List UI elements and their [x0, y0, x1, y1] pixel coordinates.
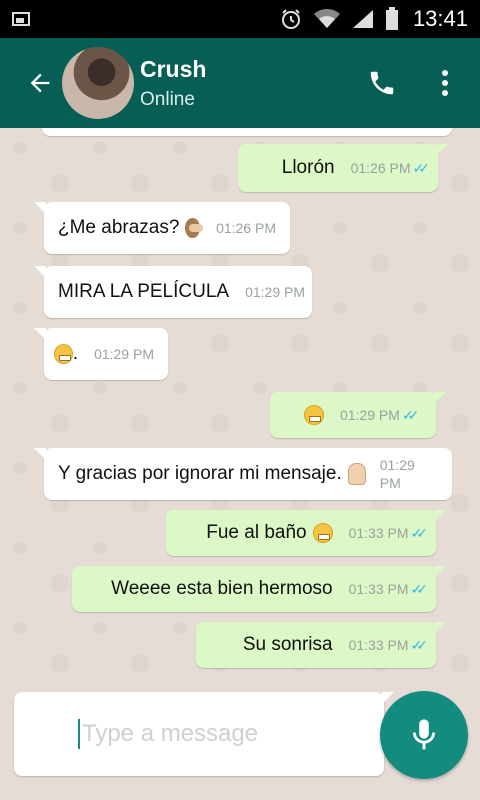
message-list[interactable]: Llorón 01:26 PM ✓✓ ¿Me abrazas? 01:26 PM…	[0, 128, 480, 684]
voice-call-button[interactable]	[358, 59, 406, 107]
message-text: Fue al baño	[206, 522, 307, 543]
microphone-icon	[412, 719, 436, 750]
grimacing-face-icon	[312, 523, 333, 543]
text-cursor	[78, 719, 80, 749]
grimacing-face-icon	[54, 344, 73, 364]
ok-hand-icon	[347, 463, 366, 485]
message-time: 01:33 PM	[348, 525, 409, 541]
phone-icon	[370, 71, 394, 95]
message-text: Y gracias por ignorar mi mensaje.	[58, 463, 342, 484]
status-bar: 13:41	[0, 0, 480, 38]
double-check-icon: ✓✓	[401, 406, 420, 423]
alarm-icon	[281, 9, 300, 29]
outgoing-message[interactable]: Su sonrisa 01:33 PM ✓✓	[196, 622, 446, 668]
outgoing-message[interactable]: 01:29 PM ✓✓	[270, 392, 446, 438]
double-check-icon: ✓✓	[410, 636, 429, 653]
message-input[interactable]	[82, 720, 352, 748]
message-time: 01:26 PM	[350, 160, 411, 176]
incoming-message[interactable]: ¿Me abrazas? 01:26 PM	[34, 202, 290, 254]
contact-info[interactable]: Crush Online	[140, 56, 358, 111]
message-time: 01:33 PM	[348, 581, 409, 597]
double-check-icon: ✓✓	[412, 159, 431, 176]
back-button[interactable]	[20, 63, 60, 103]
message-time: 01:29 PM	[379, 457, 415, 491]
message-time: 01:26 PM	[216, 220, 276, 236]
message-time: 01:29 PM	[94, 346, 154, 362]
message-time: 01:29 PM	[245, 284, 306, 300]
grimacing-face-icon	[304, 405, 324, 425]
message-text: Su sonrisa	[242, 634, 333, 655]
clock-time: 13:41	[412, 6, 468, 31]
message-composer[interactable]	[14, 692, 394, 776]
avatar[interactable]	[62, 47, 134, 119]
partial-message-bubble	[42, 128, 452, 136]
message-time: 01:33 PM	[348, 637, 409, 653]
more-options-button[interactable]	[430, 59, 460, 107]
see-no-evil-monkey-icon	[185, 218, 203, 238]
wifi-icon	[313, 8, 340, 28]
message-time: 01:29 PM	[340, 407, 400, 423]
incoming-message[interactable]: MIRA LA PELÍCULA 01:29 PM	[34, 266, 312, 318]
message-text: .	[72, 343, 79, 364]
back-arrow-icon	[30, 73, 50, 93]
incoming-message[interactable]: . 01:29 PM	[34, 328, 168, 380]
outgoing-message[interactable]: Llorón 01:26 PM ✓✓	[238, 144, 448, 192]
signal-icon	[352, 10, 373, 28]
image-icon	[12, 12, 30, 26]
incoming-message[interactable]: Y gracias por ignorar mi mensaje. 01:29 …	[34, 448, 452, 500]
message-text: ¿Me abrazas?	[58, 217, 180, 238]
more-vert-icon	[442, 70, 448, 96]
double-check-icon: ✓✓	[410, 524, 429, 541]
message-text: Weeee esta bien hermoso	[111, 578, 333, 599]
double-check-icon: ✓✓	[410, 580, 429, 597]
contact-name: Crush	[140, 55, 207, 82]
battery-icon	[385, 7, 398, 30]
message-text: Llorón	[281, 157, 335, 178]
contact-status: Online	[140, 88, 195, 110]
message-text: MIRA LA PELÍCULA	[58, 281, 230, 302]
outgoing-message[interactable]: Fue al baño 01:33 PM ✓✓	[166, 510, 446, 556]
chat-header: Crush Online	[0, 38, 480, 128]
outgoing-message[interactable]: Weeee esta bien hermoso 01:33 PM ✓✓	[72, 566, 446, 612]
voice-record-button[interactable]	[380, 691, 468, 779]
